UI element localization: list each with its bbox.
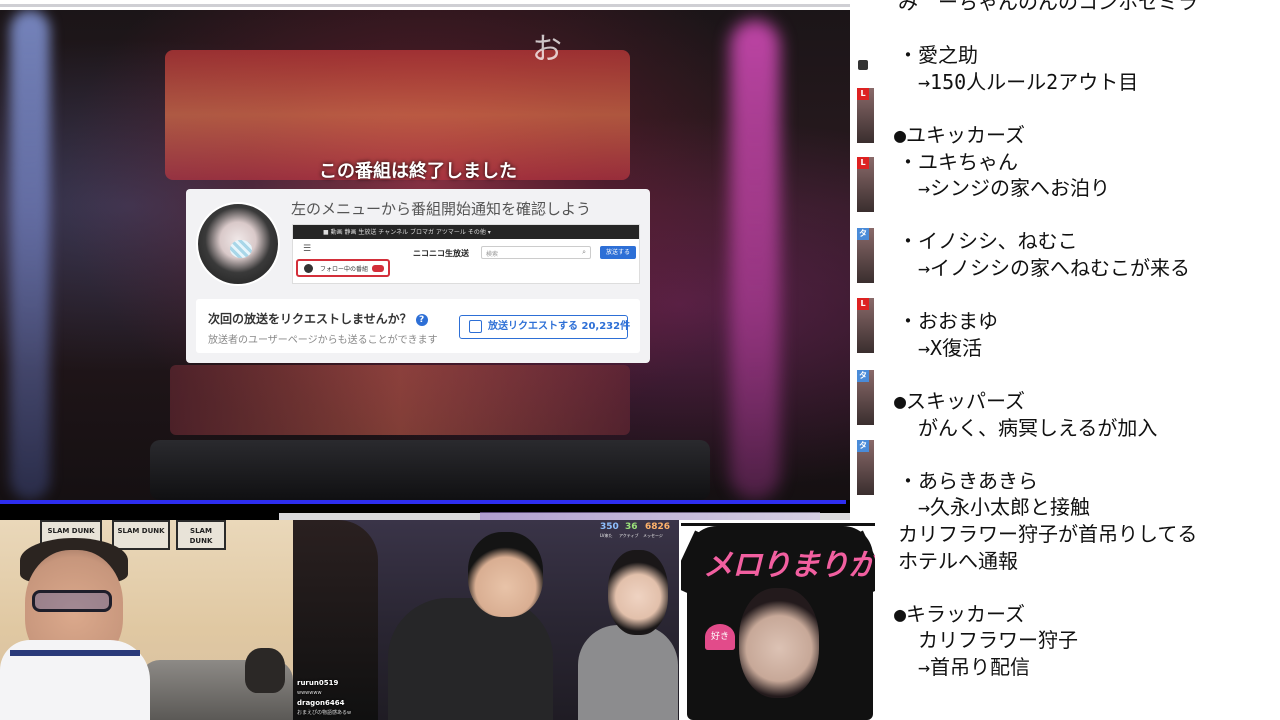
mini-nav-bar: ■ 動画 静画 生放送 チャンネル ブロマガ アツマール その他 ▾ [293,225,639,239]
progress-bar[interactable] [0,500,846,504]
chat-text: おまえぴの物語感あるw [297,710,352,716]
niconico-live-logo: ニコニコ生放送 [413,249,469,258]
request-plus-icon [469,320,482,333]
stat-value: 350 [600,522,619,532]
chat-text: wwwwww [297,690,322,696]
heart-icon: 好き [705,624,735,650]
note-line: ●ユキッカーズ [894,123,1026,147]
note-line: →首吊り配信 [918,655,1031,679]
person-center-body [388,598,553,720]
webcam-2: 350 LV来た 36 アクティブ 6826 メッセージ rurun0519 w… [293,520,679,720]
thumbnail-tag: タ [857,228,869,240]
tshirt-photo [739,588,819,698]
note-line: →X復活 [918,335,983,360]
follow-programs-label: フォロー中の番組 [320,266,369,273]
mini-nav-items: ■ 動画 静画 生放送 チャンネル ブロマガ アツマール その他 ▾ [323,229,491,236]
request-panel: 次回の放送をリクエストしませんか？? 放送者のユーザーページからも送ることができ… [196,299,640,353]
note-line: ・イノシシ、ねむこ [898,229,1078,254]
live-badge [372,265,384,272]
notes-panel: み゛ーちゃんのんのコンホセミラ ・愛之助 →150人ルール2アウト目 ●ユキッカーズ… [874,0,1280,720]
note-line: →150人ルール2アウト目 [918,69,1139,94]
broadcast-request-button[interactable]: 放送リクエストする 20,232件 [459,315,631,339]
thumbnail-tag: L [857,157,869,169]
thumbnail[interactable]: タ [857,228,874,283]
request-question: 次回の放送をリクエストしませんか？? [208,310,428,327]
note-line: ・愛之助 [898,43,978,68]
note-line: ●スキッパーズ [894,389,1026,413]
thumbnail[interactable]: L [857,298,874,353]
request-subtext: 放送者のユーザーページからも送ることができます [208,335,438,346]
thumbnail[interactable]: タ [857,440,874,495]
note-line: ・あらきあきら [898,468,1038,493]
note-line: →久永小太郎と接触 [918,495,1091,520]
stat-value: 6826 [645,522,671,532]
mosaic-icon [230,240,252,258]
mini-search-placeholder: 検索 [486,251,499,258]
note-line: がんく、病冥しえるが加入 [918,415,1158,440]
chat-message: rurun0519 [297,678,351,688]
request-question-text: 次回の放送をリクエストしませんか？ [208,312,412,326]
chat-overlay: rurun0519 wwwwww dragon6464 おまえぴの物語感あるw [297,678,351,718]
mini-search-box: 検索 ⌕ [481,246,591,259]
note-line: ・おおまゆ [898,309,998,334]
follow-programs-highlight: フォロー中の番組 [296,259,390,277]
poster: SLAM DUNK [176,520,226,550]
stat-label: LV来た [600,533,613,538]
merch-tshirt-image: メロりまりか 好き [679,520,875,720]
broadcaster-avatar[interactable] [196,202,280,286]
person-right-face [608,550,668,635]
glasses [32,590,112,612]
thumbnail-tag: L [857,88,869,100]
webcam-1: SLAM DUNK SLAM DUNK SLAM DUNK [0,520,293,720]
chat-message: dragon6464 [297,698,351,708]
neon-light-right [730,20,780,500]
thumbnail-tag: L [857,298,869,310]
overlay-glyph: お [532,32,562,67]
poster: SLAM DUNK [112,520,170,550]
chat-user: rurun0519 [297,679,339,687]
note-line: →イノシシの家へねむこが来る [918,256,1191,280]
note-line: ・ユキちゃん [898,149,1018,174]
streamer-shirt [0,640,150,720]
note-line: →シンジの家へお泊り [918,176,1111,201]
note-line: ホテルへ通報 [898,548,1018,573]
thumbnail[interactable]: タ [857,370,874,425]
note-line: み゛ーちゃんのんのコンホセミラ [898,0,1198,14]
slot-machine-reels [170,365,630,435]
stream-screen: お この番組は終了しました 左のメニューから番組開始通知を確認しよう ■ 動画 … [0,0,1280,720]
broadcast-request-label: 放送リクエストする 20,232件 [488,321,631,332]
stat-messages: 6826 [645,522,670,532]
thumbnail-tag: タ [857,370,869,382]
note-line: ●キラッカーズ [894,601,1026,626]
note-line: カリフラワー狩子が首吊りしてる [898,522,1198,546]
thumbnail-tag: タ [857,440,869,452]
top-strip [0,0,850,10]
note-line: カリフラワー狩子 [918,628,1078,653]
thumbnail[interactable]: L [857,88,874,143]
program-ended-card: 左のメニューから番組開始通知を確認しよう ■ 動画 静画 生放送 チャンネル ブ… [186,189,650,363]
help-icon[interactable]: ? [415,314,428,326]
search-icon: ⌕ [582,248,586,256]
stat-active: 36 [625,522,638,532]
person-center-face [468,532,543,617]
divider-glow [480,512,820,520]
program-ended-message: この番組は終了しました [319,161,517,182]
hamburger-icon: ☰ [303,244,312,254]
thumbnail[interactable]: L [857,157,874,212]
card-headline: 左のメニューから番組開始通知を確認しよう [291,200,592,218]
menu-guide-image: ■ 動画 静画 生放送 チャンネル ブロマガ アツマール その他 ▾ ☰ フォロ… [292,224,640,284]
stat-viewers: 350 [600,522,619,532]
background-person [245,648,285,693]
user-icon [304,264,313,273]
mini-broadcast-button: 放送する [600,246,636,259]
stat-label: アクティブ [619,533,639,538]
chat-user: dragon6464 [297,699,345,707]
tshirt-title: メロりまりか [703,548,875,583]
stat-value: 36 [625,522,638,532]
stat-label: メッセージ [643,533,663,538]
strip-icon [858,60,868,70]
neon-light-left [10,10,50,500]
machine-panel [150,440,710,500]
person-right-body [578,625,678,720]
